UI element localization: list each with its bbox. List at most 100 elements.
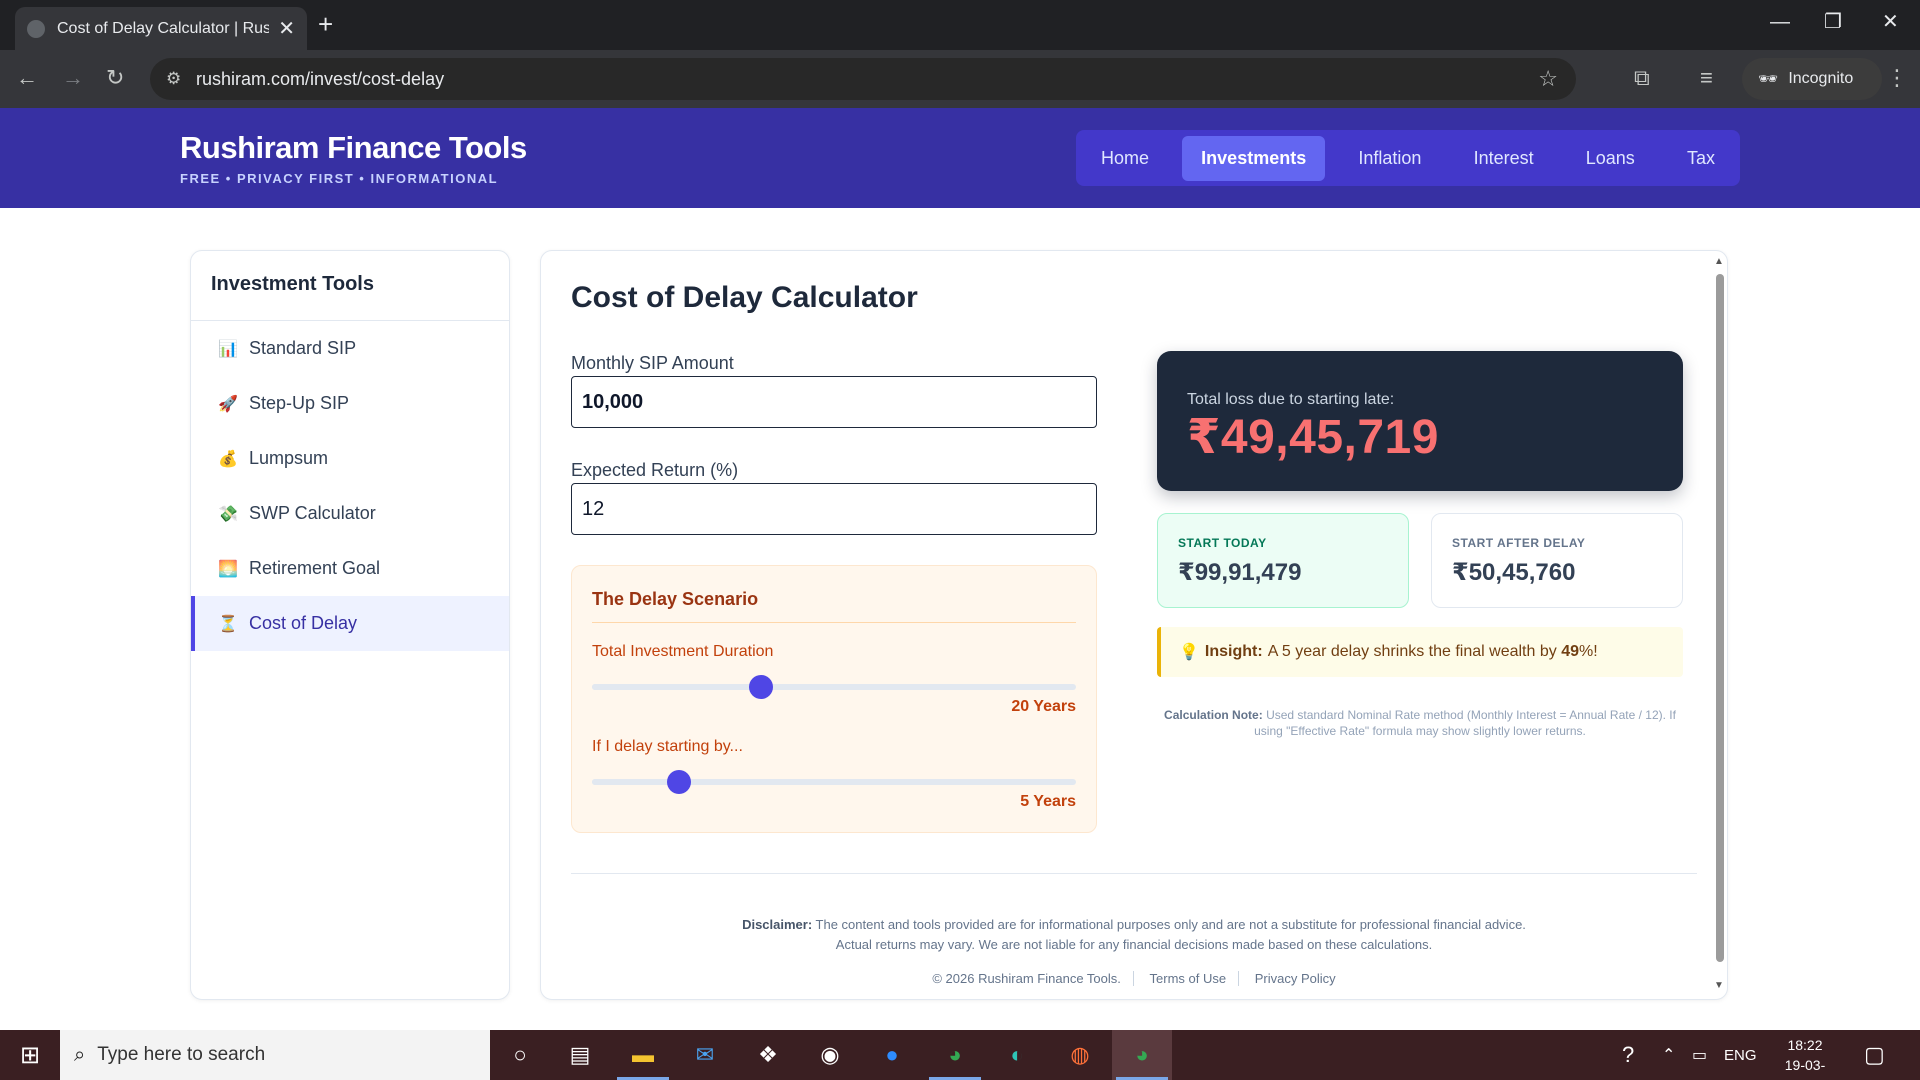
search-icon: ⌕ (74, 1043, 86, 1066)
language-indicator[interactable]: ENG (1724, 1030, 1757, 1080)
calc-note-label: Calculation Note: (1164, 708, 1263, 722)
sidebar-item-lumpsum[interactable]: 💰 Lumpsum (191, 431, 509, 486)
copyright: © 2026 Rushiram Finance Tools. (932, 971, 1121, 986)
calculation-note: Calculation Note: Used standard Nominal … (1157, 707, 1683, 739)
browser-tab-bar: Cost of Delay Calculator | Rushi ✕ + — ❐… (0, 0, 1920, 50)
content-scrollbar[interactable]: ▲ ▼ (1712, 256, 1728, 994)
delay-slider[interactable] (592, 770, 1076, 794)
minimize-icon[interactable]: — (1770, 10, 1790, 34)
clock[interactable]: 18:22 19-03-2026 (1770, 1035, 1840, 1080)
task-view-icon[interactable]: ▤ (550, 1030, 610, 1080)
insight-text-end: %! (1578, 643, 1598, 660)
close-window-icon[interactable]: ✕ (1882, 10, 1899, 34)
bookmark-star-icon[interactable]: ☆ (1538, 66, 1558, 92)
zoom-icon[interactable]: ● (862, 1030, 922, 1080)
steam-icon[interactable]: ◉ (800, 1030, 860, 1080)
expected-return-input[interactable] (571, 483, 1097, 535)
close-tab-icon[interactable]: ✕ (278, 19, 295, 39)
cortana-icon[interactable]: ○ (490, 1030, 550, 1080)
scroll-up-icon[interactable]: ▲ (1714, 256, 1724, 267)
rocket-icon: 🚀 (218, 395, 238, 413)
browser-tab[interactable]: Cost of Delay Calculator | Rushi ✕ (15, 7, 307, 50)
incognito-icon: 🕶 (1758, 71, 1779, 88)
insight-percent: 49 (1561, 643, 1579, 660)
sidebar-item-label: Lumpsum (249, 448, 329, 468)
main-nav: Home Investments Inflation Interest Loan… (1076, 130, 1740, 186)
nav-loans[interactable]: Loans (1567, 136, 1654, 181)
edge-icon[interactable]: ◐ (987, 1030, 1047, 1080)
clock-time: 18:22 (1787, 1037, 1823, 1053)
sunset-icon: 🌅 (218, 560, 238, 578)
windows-start-icon[interactable]: ⊞ (0, 1030, 60, 1080)
disclaimer-line-2: Actual returns may vary. We are not liab… (835, 937, 1433, 952)
money-wings-icon: 💸 (218, 505, 238, 523)
loss-label: Total loss due to starting late: (1187, 391, 1395, 408)
lightbulb-icon: 💡 (1179, 644, 1199, 661)
brand-logo[interactable]: Rushiram Finance Tools (180, 130, 527, 166)
tray-chevron-icon[interactable]: ⌃ (1662, 1030, 1675, 1080)
duration-slider-thumb[interactable] (749, 675, 774, 699)
file-explorer-icon[interactable]: ▬ (613, 1030, 673, 1080)
disclaimer-label: Disclaimer: (742, 917, 813, 932)
sidebar-item-standard-sip[interactable]: 📊 Standard SIP (191, 321, 509, 376)
incognito-badge[interactable]: 🕶 Incognito (1742, 58, 1882, 100)
sidebar-item-label: Step-Up SIP (249, 393, 350, 413)
back-icon[interactable]: ← (16, 64, 38, 92)
globe-icon (27, 19, 45, 38)
chrome-icon[interactable]: ◕ (925, 1030, 985, 1080)
sidebar-item-swp-calculator[interactable]: 💸 SWP Calculator (191, 486, 509, 541)
expected-return-label: Expected Return (%) (571, 460, 739, 480)
menu-dots-icon[interactable]: ⋮ (1886, 64, 1908, 92)
duration-label: Total Investment Duration (592, 643, 774, 660)
footer-divider (571, 873, 1697, 874)
disclaimer-line-1: The content and tools provided are for i… (815, 917, 1526, 932)
reload-icon[interactable]: ↻ (106, 64, 124, 92)
firefox-icon[interactable]: ◍ (1050, 1030, 1110, 1080)
nav-investments[interactable]: Investments (1182, 135, 1326, 181)
new-tab-icon[interactable]: + (318, 11, 333, 37)
privacy-link[interactable]: Privacy Policy (1245, 971, 1346, 986)
sidebar-item-label: SWP Calculator (249, 503, 376, 523)
address-bar[interactable]: ⚙ rushiram.com/invest/cost-delay ☆ (150, 58, 1576, 100)
sidebar-item-retirement-goal[interactable]: 🌅 Retirement Goal (191, 541, 509, 596)
sidebar-item-label: Cost of Delay (249, 613, 358, 633)
media-icon[interactable]: ≡ (1700, 64, 1713, 92)
insight-label: Insight: (1204, 643, 1263, 660)
mail-icon[interactable]: ✉ (675, 1030, 735, 1080)
sidebar-item-cost-of-delay[interactable]: ⏳ Cost of Delay (191, 596, 509, 651)
battery-icon[interactable]: ▭ (1692, 1030, 1707, 1080)
start-today-label: START TODAY (1178, 536, 1267, 550)
site-header: Rushiram Finance Tools FREE • PRIVACY FI… (0, 108, 1920, 208)
sidebar-item-step-up-sip[interactable]: 🚀 Step-Up SIP (191, 376, 509, 431)
nav-interest[interactable]: Interest (1455, 136, 1553, 181)
start-after-delay-value: ₹50,45,760 (1452, 559, 1576, 586)
dropbox-icon[interactable]: ❖ (738, 1030, 798, 1080)
taskbar-search[interactable]: ⌕ Type here to search (60, 1030, 490, 1080)
restore-icon[interactable]: ❐ (1824, 10, 1842, 34)
notification-icon[interactable]: ▢ (1864, 1042, 1885, 1068)
help-icon[interactable]: ? (1622, 1030, 1634, 1080)
money-bag-icon: 💰 (218, 450, 238, 468)
duration-slider[interactable] (592, 675, 1076, 699)
site-info-icon[interactable]: ⚙ (166, 69, 181, 89)
nav-tax[interactable]: Tax (1668, 136, 1734, 181)
cast-icon[interactable]: ⧉ (1634, 64, 1650, 92)
footer-links: © 2026 Rushiram Finance Tools. Terms of … (541, 971, 1727, 986)
incognito-label: Incognito (1788, 70, 1854, 87)
nav-inflation[interactable]: Inflation (1339, 136, 1440, 181)
forward-icon[interactable]: → (62, 64, 84, 92)
nav-home[interactable]: Home (1082, 136, 1168, 181)
bar-chart-icon: 📊 (218, 340, 238, 358)
calc-note-text: Used standard Nominal Rate method (Month… (1254, 708, 1676, 738)
total-loss-card: Total loss due to starting late: ₹49,45,… (1157, 351, 1683, 491)
monthly-sip-input[interactable] (571, 376, 1097, 428)
start-after-delay-card: START AFTER DELAY ₹50,45,760 (1431, 513, 1683, 608)
delay-slider-thumb[interactable] (667, 770, 692, 794)
scrollbar-thumb[interactable] (1716, 274, 1724, 962)
terms-link[interactable]: Terms of Use (1140, 971, 1237, 986)
chrome-incognito-icon[interactable]: ◕ (1112, 1030, 1172, 1080)
scroll-down-icon[interactable]: ▼ (1714, 980, 1724, 991)
sidebar: Investment Tools 📊 Standard SIP 🚀 Step-U… (190, 250, 510, 1000)
taskbar: ⊞ ⌕ Type here to search ○ ▤ ▬ ✉ ❖ ◉ ● ◕ … (0, 1030, 1920, 1080)
loss-amount: ₹49,45,719 (1187, 411, 1439, 464)
